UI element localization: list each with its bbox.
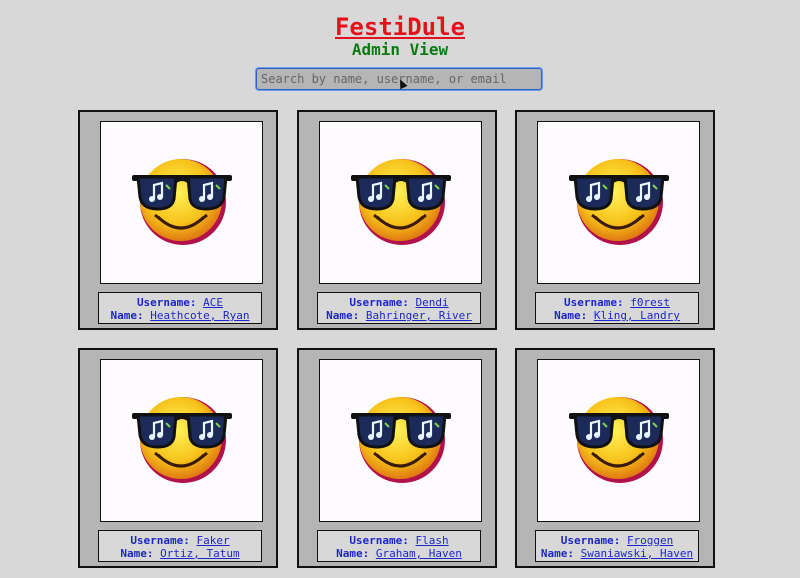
name-label: Name xyxy=(540,547,568,560)
username-line: Username: f0rest xyxy=(564,296,670,309)
username-link[interactable]: ACE xyxy=(203,296,223,309)
username-link[interactable]: Faker xyxy=(197,534,230,547)
user-card-flash[interactable]: Username: Flash Name: Graham, Haven xyxy=(297,348,497,568)
name-line: Name: Graham, Haven xyxy=(336,547,462,560)
user-info-box: Username: ACE Name: Heathcote, Ryan xyxy=(98,292,262,324)
user-info-box: Username: f0rest Name: Kling, Landry xyxy=(535,292,699,324)
user-card-faker[interactable]: Username: Faker Name: Ortiz, Tatum xyxy=(78,348,278,568)
username-line: Username: Faker xyxy=(130,534,230,547)
user-info-box: Username: Flash Name: Graham, Haven xyxy=(317,530,481,562)
username-line: Username: Froggen xyxy=(560,534,674,547)
username-line: Username: Flash xyxy=(349,534,449,547)
username-label: Username xyxy=(349,534,403,547)
user-info-box: Username: Dendi Name: Bahringer, River xyxy=(317,292,481,324)
admin-page: FestiDule Admin View Search by name, use… xyxy=(0,0,800,578)
cool-smiley-sunglasses-icon xyxy=(351,397,451,483)
name-label: Name xyxy=(554,309,581,322)
username-label: Username xyxy=(136,296,190,309)
username-label: Username xyxy=(560,534,614,547)
page-subtitle: Admin View xyxy=(351,40,449,59)
user-info-box: Username: Faker Name: Ortiz, Tatum xyxy=(98,530,262,562)
name-link[interactable]: Bahringer, River xyxy=(366,309,472,322)
username-link[interactable]: f0rest xyxy=(630,296,670,309)
user-info-box: Username: Froggen Name: Swaniawski, Have… xyxy=(535,530,699,562)
name-link[interactable]: Kling, Landry xyxy=(594,309,680,322)
cool-smiley-sunglasses-icon xyxy=(569,397,669,483)
username-link[interactable]: Dendi xyxy=(416,296,449,309)
username-link[interactable]: Flash xyxy=(416,534,449,547)
user-card-f0rest[interactable]: Username: f0rest Name: Kling, Landry xyxy=(515,110,715,330)
name-line: Name: Heathcote, Ryan xyxy=(110,309,250,322)
username-line: Username: ACE xyxy=(136,296,224,309)
name-line: Name: Ortiz, Tatum xyxy=(120,547,240,560)
cool-smiley-sunglasses-icon xyxy=(569,159,669,245)
name-line: Name: Bahringer, River xyxy=(326,309,472,322)
user-avatar[interactable] xyxy=(319,359,482,522)
name-label: Name xyxy=(336,547,363,560)
username-line: Username: Dendi xyxy=(349,296,449,309)
username-link[interactable]: Froggen xyxy=(627,534,673,547)
username-label: Username xyxy=(564,296,617,309)
name-label: Name xyxy=(120,547,147,560)
name-link[interactable]: Swaniawski, Haven xyxy=(581,547,694,560)
user-avatar[interactable] xyxy=(537,359,700,522)
name-link[interactable]: Graham, Haven xyxy=(376,547,462,560)
name-label: Name xyxy=(110,309,137,322)
user-card-dendi[interactable]: Username: Dendi Name: Bahringer, River xyxy=(297,110,497,330)
user-card-froggen[interactable]: Username: Froggen Name: Swaniawski, Have… xyxy=(515,348,715,568)
cool-smiley-sunglasses-icon xyxy=(132,159,232,245)
user-avatar[interactable] xyxy=(319,121,482,284)
username-label: Username xyxy=(349,296,403,309)
user-card-ace[interactable]: Username: ACE Name: Heathcote, Ryan xyxy=(78,110,278,330)
cool-smiley-sunglasses-icon xyxy=(351,159,451,245)
user-avatar[interactable] xyxy=(100,359,263,522)
user-avatar[interactable] xyxy=(537,121,700,284)
name-link[interactable]: Heathcote, Ryan xyxy=(150,309,249,322)
name-line: Name: Kling, Landry xyxy=(554,309,680,322)
page-title[interactable]: FestiDule xyxy=(0,12,800,42)
name-line: Name: Swaniawski, Haven xyxy=(540,547,694,560)
cool-smiley-sunglasses-icon xyxy=(132,397,232,483)
name-label: Name xyxy=(326,309,353,322)
username-label: Username xyxy=(130,534,184,547)
user-avatar[interactable] xyxy=(100,121,263,284)
name-link[interactable]: Ortiz, Tatum xyxy=(160,547,239,560)
